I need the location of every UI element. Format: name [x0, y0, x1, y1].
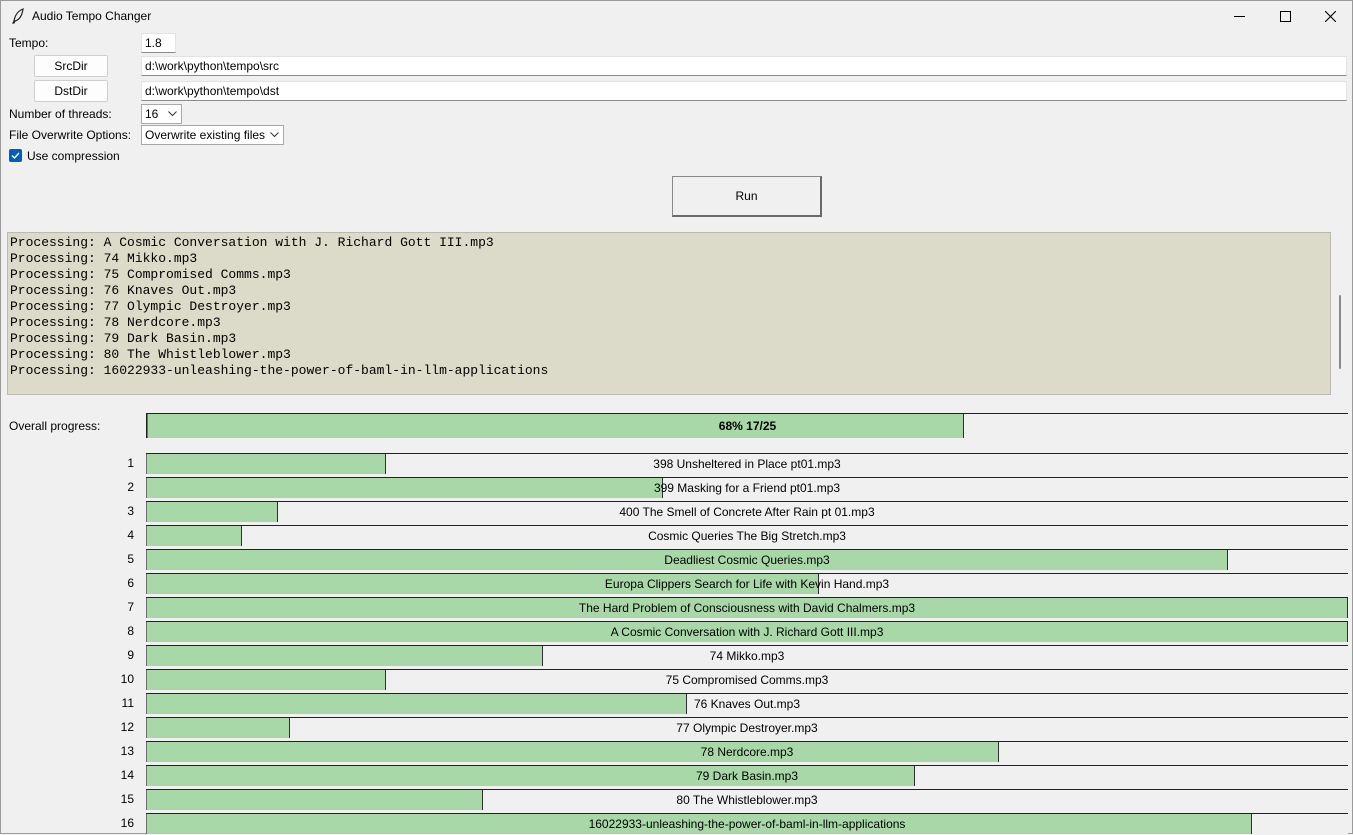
compression-checkbox[interactable] [9, 149, 22, 162]
task-number: 14 [120, 768, 134, 782]
overall-progress-label: Overall progress: [9, 419, 101, 433]
task-file-name: Cosmic Queries The Big Stretch.mp3 [648, 529, 846, 543]
task-number: 4 [127, 528, 134, 542]
log-line: Processing: 74 Mikko.mp3 [10, 251, 198, 266]
task-file-name: 76 Knaves Out.mp3 [693, 697, 801, 711]
task-number: 8 [127, 624, 134, 638]
task-progress-bar: 76 Knaves Out.mp3 [146, 693, 1348, 714]
task-number: 9 [127, 648, 134, 662]
chevron-down-icon [270, 132, 279, 138]
task-number: 10 [120, 672, 134, 686]
task-progress-bar: Cosmic Queries The Big Stretch.mp3 [146, 525, 1348, 546]
task-progress-bar: Europa Clippers Search for Life with Kev… [146, 573, 1348, 594]
tempo-label: Tempo: [9, 36, 49, 50]
scrollbar-thumb[interactable] [1339, 295, 1341, 369]
checkmark-icon [11, 152, 20, 160]
log-line: Processing: A Cosmic Conversation with J… [10, 235, 494, 250]
overwrite-select[interactable]: Overwrite existing files [141, 125, 284, 145]
log-line: Processing: 75 Compromised Comms.mp3 [10, 267, 291, 282]
task-progress-bar: Deadliest Cosmic Queries.mp3 [146, 549, 1348, 570]
task-progress-bar: 74 Mikko.mp3 [146, 645, 1348, 666]
threads-label: Number of threads: [9, 107, 112, 121]
title-bar[interactable]: Audio Tempo Changer [1, 1, 1352, 31]
task-file-name: Deadliest Cosmic Queries.mp3 [664, 553, 830, 567]
minimize-icon [1233, 15, 1245, 17]
task-file-name: 79 Dark Basin.mp3 [695, 769, 799, 783]
task-progress-bar: A Cosmic Conversation with J. Richard Go… [146, 621, 1348, 642]
log-line: Processing: 16022933-unleashing-the-powe… [10, 363, 549, 378]
dstdir-input[interactable]: d:\work\python\tempo\dst [141, 81, 1347, 101]
task-file-name: 75 Compromised Comms.mp3 [665, 673, 829, 687]
log-line: Processing: 78 Nerdcore.mp3 [10, 315, 221, 330]
task-file-name: 16022933-unleashing-the-power-of-baml-in… [588, 817, 906, 831]
dstdir-button[interactable]: DstDir [34, 80, 108, 102]
task-number: 7 [127, 600, 134, 614]
log-line: Processing: 76 Knaves Out.mp3 [10, 283, 237, 298]
overall-progress-bar: 68% 17/25 [146, 413, 1348, 438]
log-line: Processing: 77 Olympic Destroyer.mp3 [10, 299, 291, 314]
feather-icon [12, 8, 24, 24]
log-scrollbar[interactable] [1333, 232, 1349, 395]
task-progress-bar: 400 The Smell of Concrete After Rain pt … [146, 501, 1348, 522]
task-progress-bar: 77 Olympic Destroyer.mp3 [146, 717, 1348, 738]
task-number: 5 [127, 552, 134, 566]
task-file-name: 78 Nerdcore.mp3 [700, 745, 794, 759]
close-icon [1324, 10, 1336, 22]
task-number: 3 [127, 504, 134, 518]
run-button[interactable]: Run [672, 176, 822, 217]
task-progress-bar: 398 Unsheltered in Place pt01.mp3 [146, 453, 1348, 474]
task-progress-bar: 399 Masking for a Friend pt01.mp3 [146, 477, 1348, 498]
compression-label: Use compression [27, 149, 120, 163]
task-number: 12 [120, 720, 134, 734]
task-number: 6 [127, 576, 134, 590]
task-number: 2 [127, 480, 134, 494]
window-title: Audio Tempo Changer [32, 9, 152, 23]
task-progress-bar: 80 The Whistleblower.mp3 [146, 789, 1348, 810]
task-file-name: A Cosmic Conversation with J. Richard Go… [610, 625, 884, 639]
task-progress-bar: 79 Dark Basin.mp3 [146, 765, 1348, 786]
task-progress-bar: 16022933-unleashing-the-power-of-baml-in… [146, 813, 1348, 834]
task-file-name: 399 Masking for a Friend pt01.mp3 [653, 481, 841, 495]
task-progress-bar: 78 Nerdcore.mp3 [146, 741, 1348, 762]
task-file-name: 77 Olympic Destroyer.mp3 [676, 721, 818, 735]
task-file-name: 400 The Smell of Concrete After Rain pt … [619, 505, 875, 519]
task-progress-bar: 75 Compromised Comms.mp3 [146, 669, 1348, 690]
minimize-button[interactable] [1216, 1, 1262, 31]
task-number: 1 [127, 456, 134, 470]
task-number: 13 [120, 744, 134, 758]
log-line: Processing: 79 Dark Basin.mp3 [10, 331, 237, 346]
maximize-button[interactable] [1262, 1, 1308, 31]
tempo-input[interactable]: 1.8 [141, 33, 176, 53]
close-button[interactable] [1307, 1, 1353, 31]
overwrite-value: Overwrite existing files [145, 128, 266, 142]
app-window: Audio Tempo Changer Tempo: 1.8 SrcDir d:… [0, 0, 1353, 834]
maximize-icon [1279, 10, 1291, 22]
task-file-name: The Hard Problem of Consciousness with D… [578, 601, 916, 615]
srcdir-input[interactable]: d:\work\python\tempo\src [141, 56, 1347, 76]
task-file-name: 398 Unsheltered in Place pt01.mp3 [653, 457, 841, 471]
log-output[interactable]: Processing: A Cosmic Conversation with J… [7, 232, 1331, 395]
threads-select[interactable]: 16 [141, 104, 182, 124]
chevron-down-icon [168, 111, 177, 117]
task-number: 15 [120, 792, 134, 806]
task-file-name: Europa Clippers Search for Life with Kev… [604, 577, 890, 591]
task-number: 11 [121, 696, 134, 710]
srcdir-button[interactable]: SrcDir [34, 55, 108, 77]
threads-value: 16 [145, 107, 159, 121]
overall-progress-text: 68% 17/25 [718, 419, 777, 433]
task-file-name: 80 The Whistleblower.mp3 [676, 793, 818, 807]
overwrite-label: File Overwrite Options: [9, 128, 132, 142]
task-file-name: 74 Mikko.mp3 [709, 649, 785, 663]
task-progress-bar: The Hard Problem of Consciousness with D… [146, 597, 1348, 618]
log-line: Processing: 80 The Whistleblower.mp3 [10, 347, 291, 362]
task-number: 16 [120, 816, 134, 830]
